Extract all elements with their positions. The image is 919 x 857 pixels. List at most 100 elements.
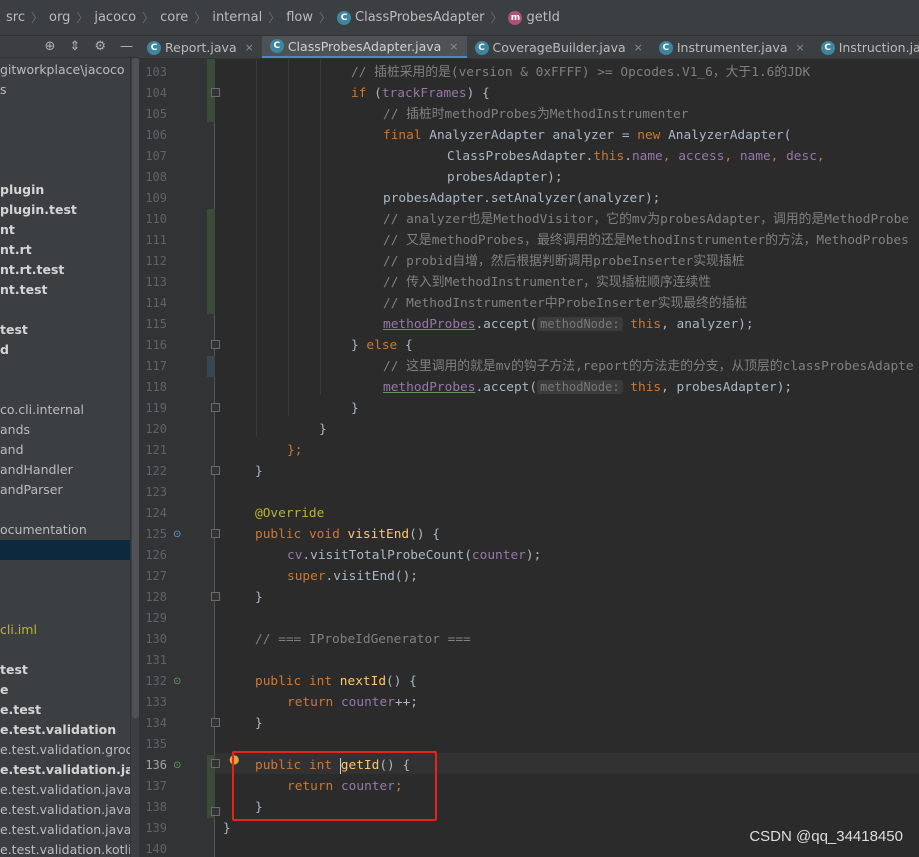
code-line-130: // === IProbeIdGenerator === — [255, 629, 471, 650]
code-editor[interactable]: 103 104 105 106 107 108 109 110 111 112 113 114 115 1… — [139, 59, 919, 857]
code-line-106: final AnalyzerAdapter analyzer = new Ana… — [383, 125, 791, 146]
vcs-change-marker[interactable] — [207, 356, 215, 377]
tree-item[interactable]: e.test.validation — [0, 720, 130, 740]
fold-icon[interactable] — [211, 718, 220, 727]
breadcrumb-internal[interactable]: internal — [212, 10, 262, 25]
implement-icon[interactable]: ⊙ — [173, 676, 184, 687]
annotation: @Override — [255, 506, 325, 521]
tree-item[interactable]: e.test.validation.java5 — [0, 760, 130, 780]
watermark: CSDN @qq_34418450 — [749, 828, 903, 845]
indent-guide — [288, 59, 289, 416]
tree-item[interactable]: co.cli.internal — [0, 400, 130, 420]
tree-item[interactable]: e.test — [0, 700, 130, 720]
tree-item[interactable]: nt — [0, 220, 130, 240]
tree-item[interactable]: cli.iml — [0, 620, 130, 640]
indent-guide — [320, 59, 321, 395]
breadcrumb-class-label: ClassProbesAdapter — [355, 10, 485, 25]
breadcrumb-flow[interactable]: flow — [286, 10, 313, 25]
line-number: 137 — [145, 779, 167, 793]
line-number: 122 — [145, 464, 167, 478]
tree-item[interactable]: e.test.validation.kotlin — [0, 840, 130, 857]
fold-icon[interactable] — [211, 759, 220, 768]
chevron-right-icon: 〉 — [268, 11, 281, 25]
tree-item[interactable]: e.test.validation.groovy — [0, 740, 130, 760]
close-icon[interactable]: × — [795, 41, 804, 54]
code-text: } — [223, 821, 231, 836]
breadcrumb-src[interactable]: src — [6, 10, 25, 25]
tab-instruction[interactable]: CInstruction.java× — [813, 36, 919, 58]
keyword: this — [630, 317, 662, 332]
breadcrumb-class[interactable]: C ClassProbesAdapter — [337, 10, 484, 25]
fold-icon[interactable] — [211, 403, 220, 412]
line-number: 107 — [145, 149, 167, 163]
code-text: .accept( — [475, 317, 538, 332]
keyword: super — [287, 569, 326, 584]
code-line-110: // analyzer也是MethodVisitor，它的mv为probesAd… — [383, 209, 909, 230]
tree-item[interactable]: s — [0, 80, 130, 100]
locate-icon[interactable]: ⊕ — [45, 39, 56, 54]
fold-icon[interactable] — [211, 340, 220, 349]
line-number: 140 — [145, 842, 167, 856]
tree-item[interactable]: and — [0, 440, 130, 460]
tree-item[interactable]: plugin.test — [0, 200, 130, 220]
tree-item[interactable]: nt.rt.test — [0, 260, 130, 280]
tree-item[interactable]: e.test.validation.java14 — [0, 820, 130, 840]
line-number: 123 — [145, 485, 167, 499]
gear-icon[interactable]: ⚙ — [94, 39, 106, 54]
field-ref: methodProbes — [383, 380, 476, 395]
tree-item[interactable]: gitworkplace\jacoco — [0, 60, 130, 80]
breadcrumb-method[interactable]: m getId — [508, 10, 560, 25]
tree-item[interactable]: d — [0, 340, 130, 360]
tab-class-probes-adapter[interactable]: C ClassProbesAdapter.java × — [261, 36, 467, 58]
override-icon[interactable]: ⊙ — [173, 529, 184, 540]
close-icon[interactable]: × — [634, 41, 643, 54]
fold-icon[interactable] — [211, 807, 220, 816]
tree-item[interactable]: andHandler — [0, 460, 130, 480]
code-text: } — [319, 422, 327, 437]
tree-item[interactable]: plugin — [0, 180, 130, 200]
breadcrumb-core[interactable]: core — [160, 10, 188, 25]
tab-coverage-builder[interactable]: C CoverageBuilder.java × — [467, 36, 651, 58]
tree-item[interactable]: e.test.validation.java7 — [0, 780, 130, 800]
fold-icon[interactable] — [211, 466, 220, 475]
code-line-119: } — [351, 398, 359, 419]
tab-instrumenter[interactable]: C Instrumenter.java × — [651, 36, 813, 58]
code-line-111: // 又是methodProbes，最终调用的还是MethodInstrumen… — [383, 230, 909, 251]
tree-item[interactable]: andParser — [0, 480, 130, 500]
tab-report[interactable]: C Report.java × — [139, 36, 262, 58]
tree-item[interactable]: e — [0, 680, 130, 700]
breadcrumb-org[interactable]: org — [49, 10, 70, 25]
vcs-change-marker[interactable] — [207, 209, 215, 314]
tree-item[interactable]: ocumentation — [0, 520, 130, 540]
fold-icon[interactable] — [211, 88, 220, 97]
code-comment: // === IProbeIdGenerator === — [255, 632, 471, 647]
code-line-114: // MethodInstrumenter中ProbeInserter实现最终的… — [383, 293, 747, 314]
tree-item[interactable]: ands — [0, 420, 130, 440]
minimize-icon[interactable]: — — [120, 39, 133, 54]
keyword: else — [366, 338, 398, 353]
breadcrumb-method-label: getId — [526, 10, 560, 25]
code-area[interactable]: // 插桩采用的是(version & 0xFFFF) >= Opcodes.V… — [223, 59, 919, 857]
implement-icon[interactable]: ⊙ — [173, 760, 184, 771]
tree-item[interactable]: nt.rt — [0, 240, 130, 260]
tree-item[interactable]: e.test.validation.java8 — [0, 800, 130, 820]
class-icon: C — [820, 40, 835, 55]
close-icon[interactable]: × — [449, 40, 458, 53]
close-icon[interactable]: × — [245, 41, 254, 54]
tree-item[interactable]: test — [0, 660, 130, 680]
project-scrollbar[interactable] — [130, 58, 139, 857]
field-ref: trackFrames — [381, 86, 467, 101]
tree-item[interactable]: test — [0, 320, 130, 340]
tree-item-selected[interactable] — [0, 540, 139, 560]
code-line-125: public void visitEnd() { — [255, 524, 440, 545]
fold-icon[interactable] — [211, 529, 220, 538]
collapse-all-icon[interactable]: ⇕ — [69, 39, 80, 54]
project-scrollbar-thumb[interactable] — [132, 58, 139, 718]
code-line-107: ClassProbesAdapter.this.name, access, na… — [447, 146, 825, 167]
line-number: 115 — [145, 317, 167, 331]
tree-item[interactable]: nt.test — [0, 280, 130, 300]
keyword: this — [593, 149, 625, 164]
breadcrumb-jacoco[interactable]: jacoco — [94, 10, 136, 25]
fold-icon[interactable] — [211, 592, 220, 601]
line-number: 130 — [145, 632, 167, 646]
